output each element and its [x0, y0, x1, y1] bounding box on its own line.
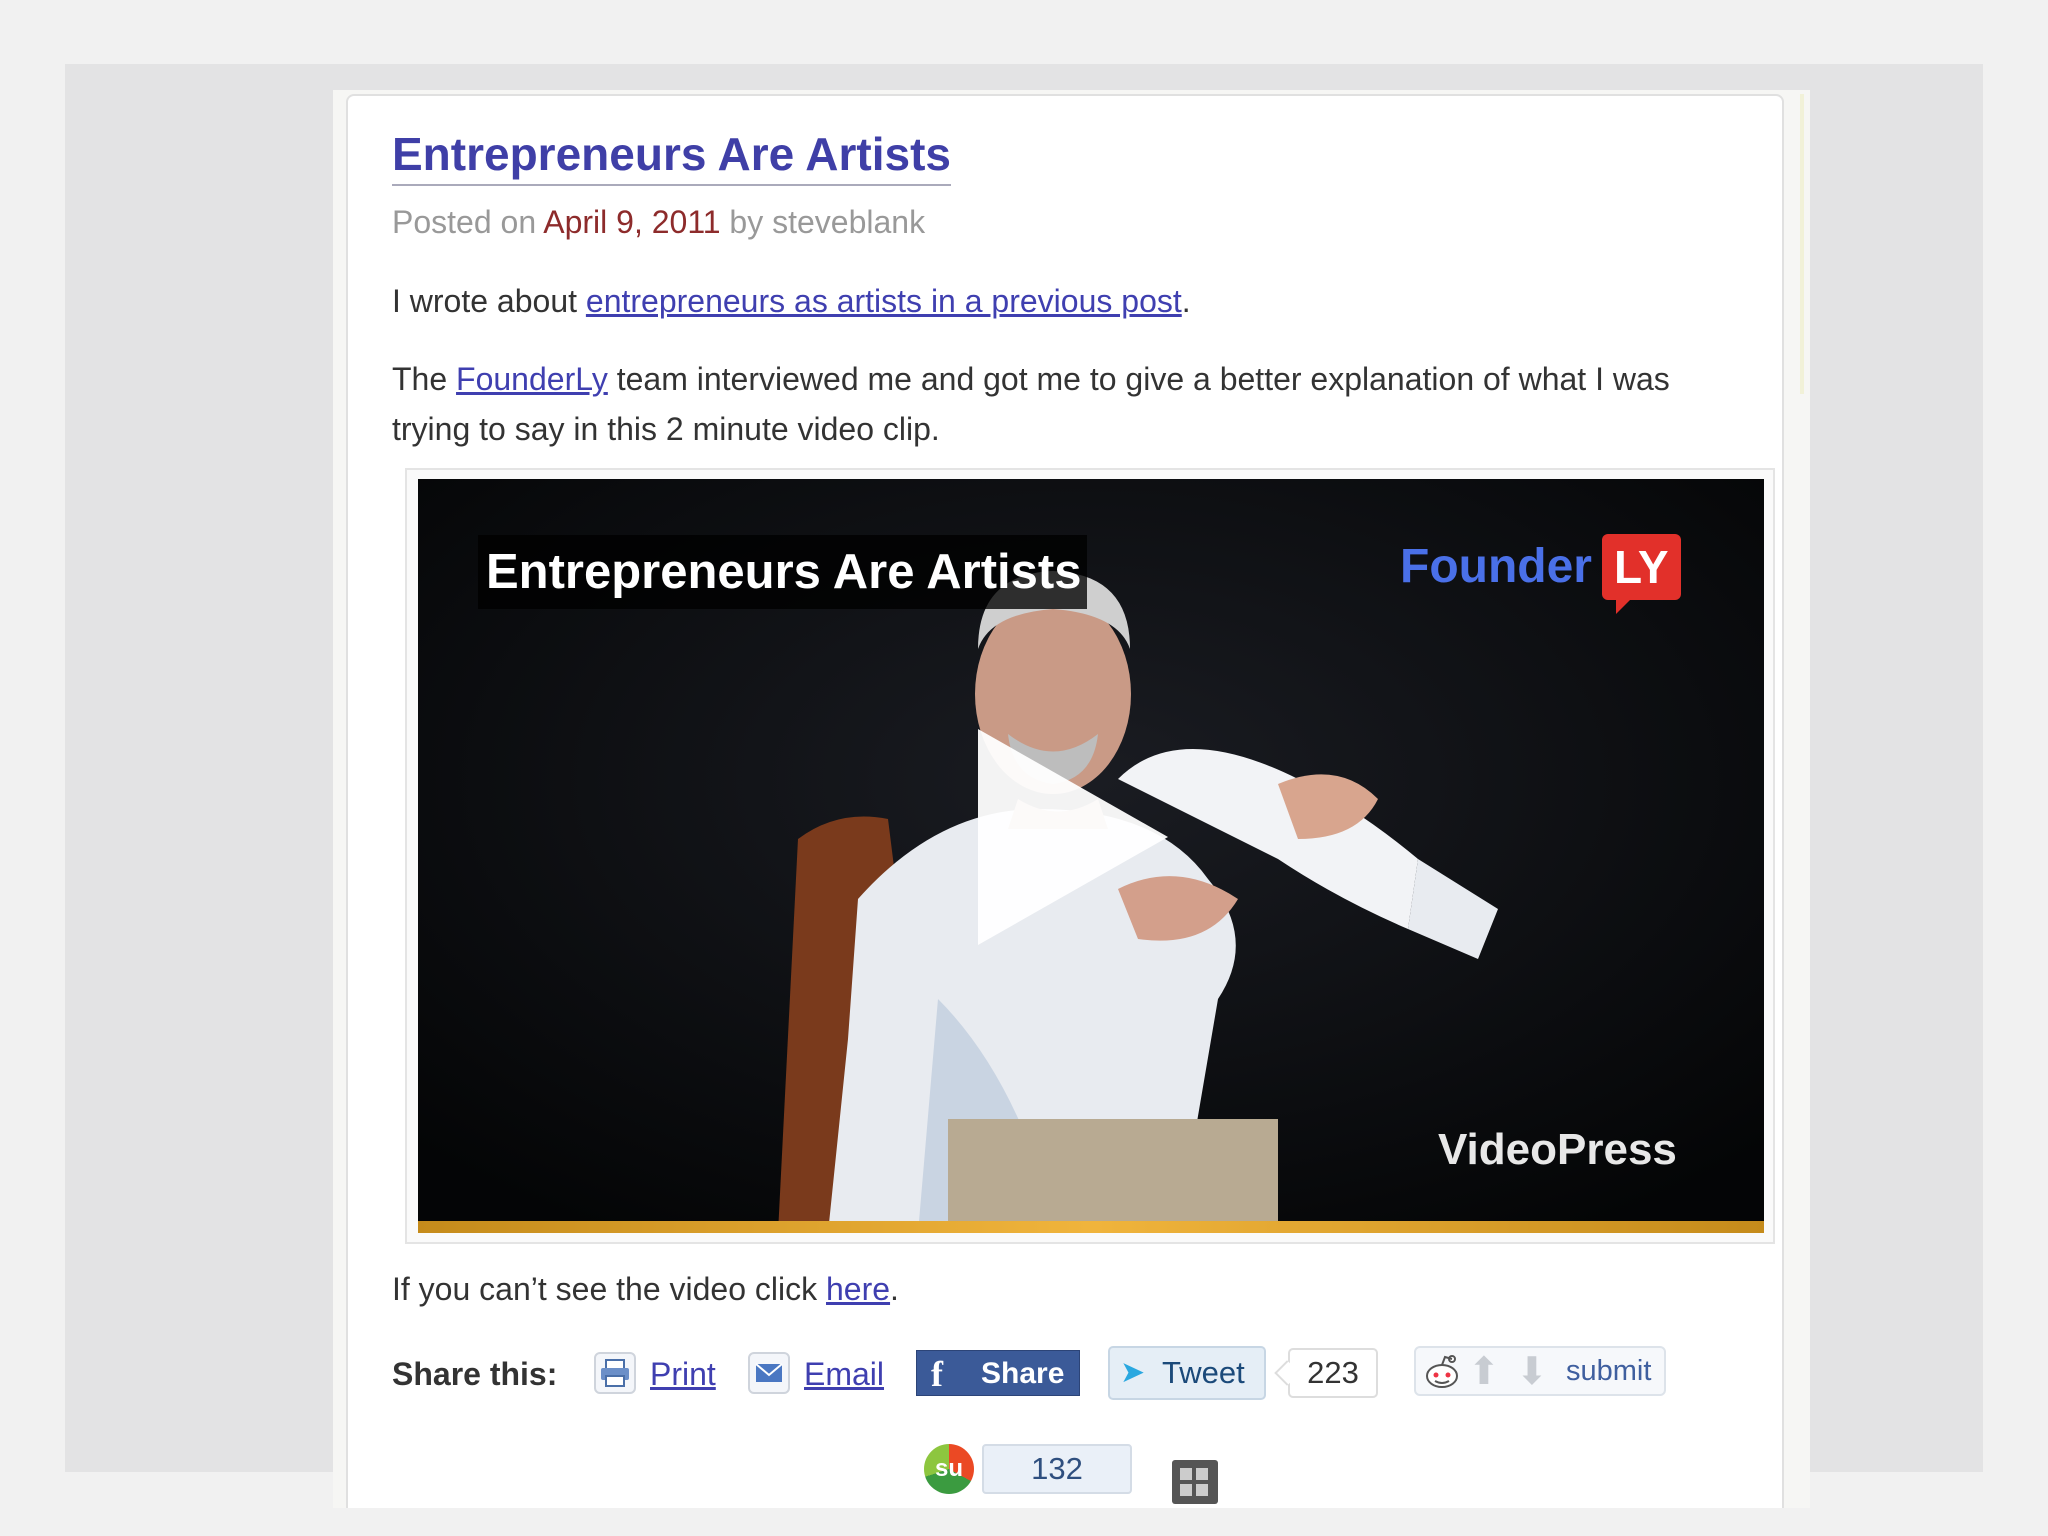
paragraph-intro: I wrote about entrepreneurs as artists i…: [392, 276, 1752, 326]
reddit-submit-label[interactable]: submit: [1566, 1348, 1651, 1394]
ly-badge: LY: [1601, 534, 1681, 614]
by-label: by: [720, 204, 773, 240]
video-player[interactable]: Entrepreneurs Are Artists Founder LY Vide…: [418, 479, 1764, 1233]
paragraph-text: .: [1181, 283, 1191, 319]
facebook-share-label: Share: [981, 1357, 1065, 1390]
video-progress-bar[interactable]: [418, 1221, 1764, 1233]
email-link[interactable]: Email: [804, 1352, 884, 1396]
reddit-widget[interactable]: ⬆ ⬇ submit: [1414, 1346, 1666, 1396]
twitter-bird-icon: ➤: [1120, 1356, 1146, 1389]
tweet-label: Tweet: [1162, 1355, 1245, 1390]
founder-wordmark: Founder: [1400, 540, 1592, 593]
posted-on-label: Posted on: [392, 204, 544, 240]
founderly-logo: Founder LY: [1400, 531, 1681, 614]
bottom-strip: [0, 1508, 2048, 1536]
upvote-arrow-icon[interactable]: ⬆: [1468, 1350, 1500, 1394]
grid-share-icon[interactable]: [1172, 1460, 1218, 1504]
print-icon[interactable]: [594, 1352, 636, 1394]
post-title[interactable]: Entrepreneurs Are Artists: [392, 126, 951, 186]
paragraph-text: If you can’t see the video click: [392, 1271, 826, 1307]
post-meta: Posted on April 9, 2011 by steveblank: [392, 202, 925, 242]
video-here-link[interactable]: here: [826, 1271, 890, 1307]
tweet-button[interactable]: ➤ Tweet: [1108, 1346, 1266, 1400]
neighbor-edge: [1800, 94, 1804, 394]
facebook-share-button[interactable]: f Share: [916, 1350, 1080, 1396]
reddit-alien-icon: [1426, 1355, 1458, 1388]
paragraph-founderly: The FounderLy team interviewed me and go…: [392, 354, 1752, 454]
email-icon[interactable]: [748, 1352, 790, 1394]
paragraph-text: .: [890, 1271, 899, 1307]
post-date[interactable]: April 9, 2011: [543, 204, 720, 240]
stumbleupon-count: 132: [982, 1444, 1132, 1494]
previous-post-link[interactable]: entrepreneurs as artists in a previous p…: [586, 283, 1182, 319]
video-overlay-title: Entrepreneurs Are Artists: [478, 535, 1088, 609]
stumbleupon-letters: su: [934, 1455, 963, 1482]
founderly-link[interactable]: FounderLy: [456, 361, 608, 397]
tweet-count: 223: [1288, 1348, 1378, 1398]
print-link[interactable]: Print: [650, 1352, 716, 1396]
facebook-icon: f: [931, 1354, 943, 1394]
post-author[interactable]: steveblank: [772, 204, 925, 240]
stumbleupon-icon[interactable]: su: [924, 1444, 974, 1494]
downvote-arrow-icon[interactable]: ⬇: [1516, 1350, 1548, 1394]
paragraph-fallback: If you can’t see the video click here.: [392, 1264, 1752, 1314]
share-label: Share this:: [392, 1356, 558, 1392]
videopress-watermark: VideoPress: [1438, 1125, 1677, 1174]
paragraph-text: The: [392, 361, 457, 397]
paragraph-text: I wrote about: [392, 283, 586, 319]
play-icon[interactable]: [978, 729, 1168, 945]
